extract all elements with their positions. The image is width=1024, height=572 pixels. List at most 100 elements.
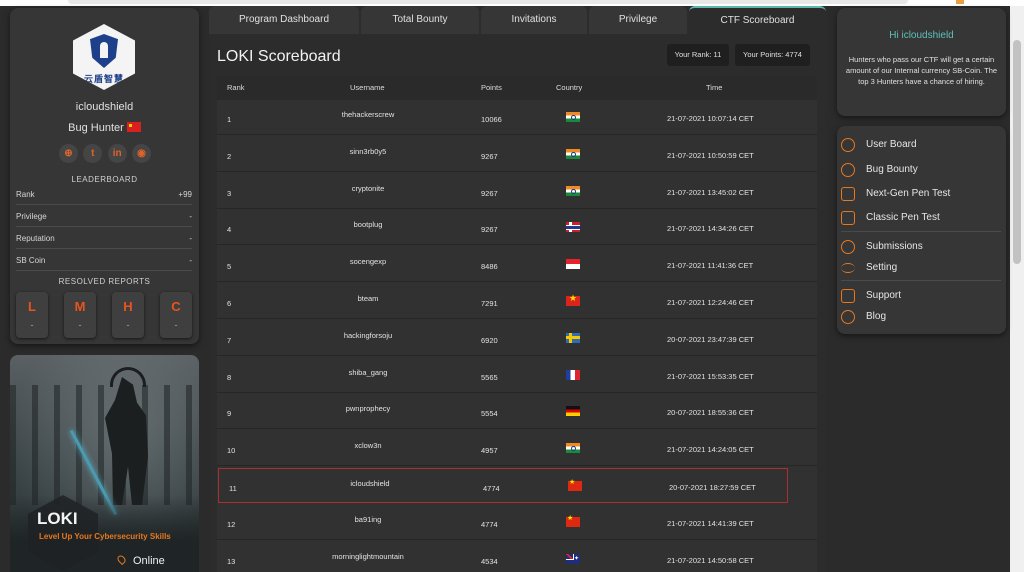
table-row[interactable]: 1 thehackerscrew 10066 21-07-2021 10:07:14 … <box>217 100 817 135</box>
menu-blog[interactable]: Blog <box>837 308 1006 326</box>
points-cell: 5565 <box>481 372 498 382</box>
rank-cell: 10 <box>227 446 236 456</box>
menu-submissions[interactable]: Submissions <box>837 238 1006 256</box>
username-cell[interactable]: thehackerscrew <box>297 110 439 119</box>
status-label: Online <box>133 555 165 567</box>
username-cell[interactable]: icloudshield <box>299 479 441 488</box>
scrollbar-thumb[interactable] <box>1013 40 1021 264</box>
col-username[interactable]: Username <box>350 83 385 92</box>
username-cell[interactable]: morninglightmountain <box>297 552 439 561</box>
page-scrollbar[interactable] <box>1010 6 1024 572</box>
tab-invitations[interactable]: Invitations <box>481 6 587 34</box>
username-cell[interactable]: sinn3rb0y5 <box>297 147 439 156</box>
menu-setting[interactable]: Setting <box>837 259 1006 277</box>
support-icon <box>841 289 855 303</box>
linkedin-icon[interactable]: in <box>107 144 127 163</box>
rank-cell: 9 <box>227 409 232 419</box>
table-header: Rank Username Points Country Time <box>217 76 817 100</box>
globe-icon[interactable]: ⊕ <box>59 144 78 163</box>
table-row-current-user[interactable]: 11 icloudshield 4774 20-07-2021 18:27:59 CE… <box>218 468 788 503</box>
rank-cell: 3 <box>227 188 232 198</box>
points-cell: 10066 <box>481 115 502 124</box>
menu-label: Blog <box>866 311 887 322</box>
menu-divider <box>841 231 1001 232</box>
twitter-icon[interactable]: t <box>83 144 103 163</box>
country-flag-in-icon <box>566 148 580 159</box>
tab-total-bounty[interactable]: Total Bounty <box>361 6 479 34</box>
country-flag-in-icon <box>566 443 580 454</box>
menu-classic-pen-test[interactable]: Classic Pen Test <box>837 209 1006 227</box>
your-points-badge: Your Points: 4774 <box>735 44 810 66</box>
col-rank[interactable]: Rank <box>227 83 245 92</box>
table-row[interactable]: 5 socengexp 8486 21-07-2021 11:41:36 CET <box>217 247 817 283</box>
points-cell: 5554 <box>481 409 498 419</box>
leaderboard-heading: LEADERBOARD <box>71 175 138 184</box>
severity-letter: L <box>28 299 36 314</box>
menu-next-gen-pen-test[interactable]: Next-Gen Pen Test <box>837 185 1006 203</box>
table-row[interactable]: 2 sinn3rb0y5 9267 21-07-2021 10:50:59 CET <box>217 137 817 172</box>
severity-letter: C <box>171 299 181 314</box>
time-cell: 21-07-2021 13:45:02 CET <box>667 187 754 197</box>
online-status: Online <box>115 553 165 567</box>
username-cell[interactable]: pwnprophecy <box>297 404 439 413</box>
table-row[interactable]: 6 bteam 7291 21-07-2021 12:24:46 CET <box>217 284 817 319</box>
points-cell: 4774 <box>483 484 500 493</box>
profile-username: icloudshield <box>75 101 134 113</box>
stat-value: - <box>189 234 192 243</box>
username-cell[interactable]: bootplug <box>297 220 439 229</box>
menu-user-board[interactable]: User Board <box>837 136 1006 154</box>
username-cell[interactable]: socengexp <box>297 257 439 266</box>
username-cell[interactable]: hackingforsoju <box>297 331 439 340</box>
username-cell[interactable]: xclow3n <box>297 441 439 450</box>
col-points[interactable]: Points <box>481 83 502 92</box>
banner-title: LOKI <box>37 509 78 528</box>
points-cell: 4774 <box>481 519 498 529</box>
menu-support[interactable]: Support <box>837 287 1006 305</box>
loki-banner[interactable]: LOKI Level Up Your Cybersecurity Skills … <box>10 355 199 572</box>
china-flag-icon <box>126 122 141 132</box>
stat-privilege: Privilege - <box>16 208 192 227</box>
username-cell[interactable]: shiba_gang <box>297 368 439 377</box>
username-cell[interactable]: cryptonite <box>297 184 439 193</box>
time-cell: 21-07-2021 12:24:46 CET <box>667 298 754 307</box>
settings-icon <box>841 263 855 273</box>
username-cell[interactable]: bteam <box>297 294 439 303</box>
user-board-icon <box>841 138 855 152</box>
time-cell: 20-07-2021 18:55:36 CET <box>667 408 754 418</box>
table-row[interactable]: 3 cryptonite 9267 21-07-2021 13:45:02 CET <box>217 174 817 209</box>
country-flag-sg-icon <box>566 259 580 270</box>
social-links: ⊕ t in ◉ <box>59 144 151 164</box>
country-flag-vn-icon <box>566 293 580 306</box>
stat-sb-coin: SB Coin - <box>16 252 192 271</box>
table-row[interactable]: 13 morninglightmountain 4534 21-07-2021 14:… <box>217 542 817 572</box>
table-row[interactable]: 7 hackingforsoju 6920 20-07-2021 23:47:39 C… <box>217 321 817 356</box>
rank-cell: 1 <box>227 115 232 124</box>
side-menu: User Board Bug Bounty Next-Gen Pen Test … <box>837 126 1006 334</box>
country-flag-cn-icon <box>568 478 582 491</box>
table-row[interactable]: 8 shiba_gang 5565 21-07-2021 15:53:35 CET <box>217 358 817 393</box>
menu-bug-bounty[interactable]: Bug Bounty <box>837 161 1006 179</box>
github-icon[interactable]: ◉ <box>131 144 151 163</box>
your-rank-badge: Your Rank: 11 <box>667 44 729 66</box>
table-row[interactable]: 9 pwnprophecy 5554 20-07-2021 18:55:36 CET <box>217 394 817 430</box>
tab-privilege[interactable]: Privilege <box>589 6 687 34</box>
tab-program-dashboard[interactable]: Program Dashboard <box>209 6 359 34</box>
rank-cell: 7 <box>227 335 232 345</box>
table-row[interactable]: 4 bootplug 9267 21-07-2021 14:34:26 CET <box>217 210 817 246</box>
points-cell: 8486 <box>481 262 498 272</box>
rank-cell: 13 <box>227 556 236 566</box>
company-logo: 云盾智慧 <box>73 24 135 90</box>
table-row[interactable]: 10 xclow3n 4957 21-07-2021 14:24:05 CET <box>217 431 817 467</box>
time-cell: 21-07-2021 15:53:35 CET <box>667 371 754 381</box>
menu-label: User Board <box>866 139 917 150</box>
table-row[interactable]: 12 ba91ing 4774 21-07-2021 14:41:39 CET <box>217 505 817 540</box>
time-cell: 21-07-2021 10:50:59 CET <box>667 150 754 160</box>
col-time[interactable]: Time <box>706 83 722 92</box>
stat-key: Rank <box>16 190 35 199</box>
time-cell: 21-07-2021 14:34:26 CET <box>667 224 754 234</box>
country-flag-au-icon <box>566 553 580 564</box>
username-cell[interactable]: ba91ing <box>297 515 439 524</box>
rank-cell: 12 <box>227 519 236 529</box>
col-country[interactable]: Country <box>556 83 582 92</box>
tab-ctf-scoreboard[interactable]: CTF Scoreboard <box>689 6 826 34</box>
